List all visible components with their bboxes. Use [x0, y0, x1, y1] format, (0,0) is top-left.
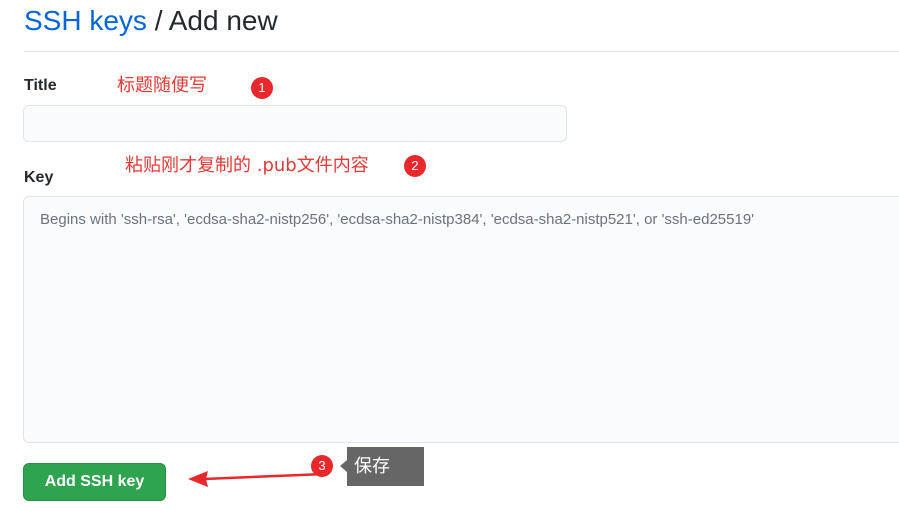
step-2-badge: 2 [404, 155, 426, 177]
tooltip-caret [340, 460, 347, 472]
left-arrow-icon [188, 471, 326, 487]
breadcrumb-separator: / [154, 5, 163, 36]
title-input[interactable] [23, 105, 567, 142]
step-1-badge: 1 [251, 77, 273, 99]
save-tooltip: 保存 [347, 447, 424, 486]
add-ssh-key-button[interactable]: Add SSH key [23, 463, 166, 501]
page-header: SSH keys / Add new [24, 0, 899, 52]
breadcrumb-ssh-keys-link[interactable]: SSH keys [24, 5, 147, 36]
key-annotation: 粘贴刚才复制的 .pub文件内容 [125, 155, 369, 176]
title-label: Title [24, 77, 57, 94]
step-3-badge: 3 [311, 455, 333, 477]
breadcrumb-current: Add new [168, 5, 278, 36]
key-label: Key [24, 169, 54, 186]
page-title: SSH keys / Add new [24, 4, 278, 38]
key-textarea[interactable] [23, 196, 899, 443]
title-annotation: 标题随便写 [117, 75, 207, 96]
